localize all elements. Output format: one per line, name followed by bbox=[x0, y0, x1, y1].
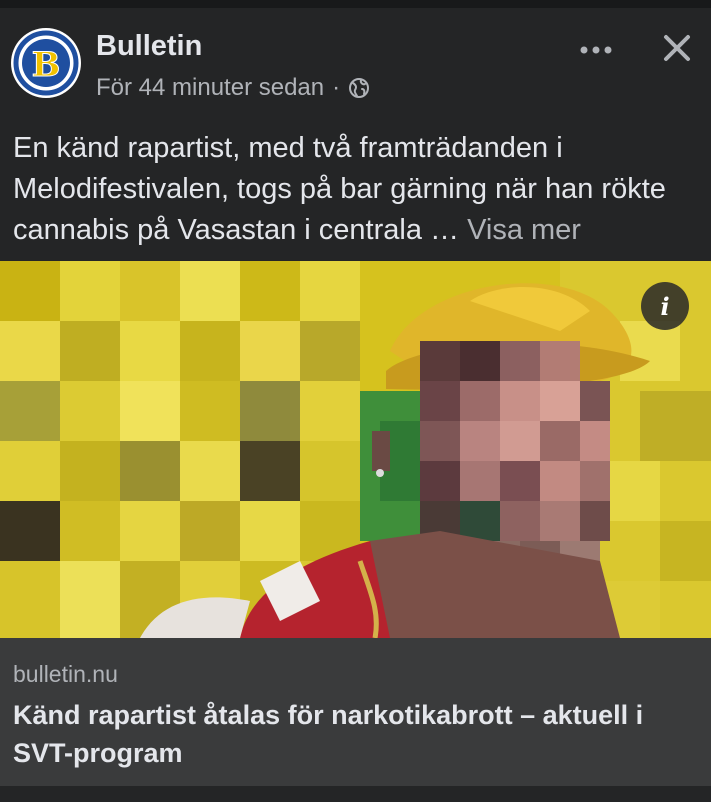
meta-separator: · bbox=[332, 74, 341, 101]
top-divider bbox=[0, 0, 711, 8]
globe-icon bbox=[349, 78, 370, 98]
pixelated-photo bbox=[0, 261, 711, 638]
more-options-button[interactable] bbox=[574, 28, 618, 72]
post-header: B Bulletin För 44 minuter sedan · bbox=[0, 8, 711, 118]
page-name[interactable]: Bulletin bbox=[96, 30, 202, 63]
info-icon: i bbox=[660, 291, 670, 321]
post-timestamp[interactable]: För 44 minuter sedan bbox=[96, 74, 324, 102]
post-caption: En känd rapartist, med två framträdanden… bbox=[13, 128, 703, 251]
more-options-icon bbox=[580, 46, 612, 54]
close-icon bbox=[664, 35, 690, 61]
page-avatar[interactable]: B bbox=[11, 28, 81, 98]
bulletin-logo: B bbox=[12, 29, 80, 97]
link-headline: Känd rapartist åtalas för narkotikabrott… bbox=[13, 700, 644, 768]
post-meta: För 44 minuter sedan · bbox=[96, 74, 370, 102]
info-button[interactable]: i bbox=[641, 282, 689, 330]
feed-post: B Bulletin För 44 minuter sedan · En kän… bbox=[0, 8, 711, 802]
close-button[interactable] bbox=[655, 26, 699, 70]
link-domain: bulletin.nu bbox=[13, 661, 118, 687]
link-preview[interactable]: bulletin.nu Känd rapartist åtalas för na… bbox=[0, 638, 711, 786]
svg-text:B: B bbox=[32, 45, 61, 85]
see-more-link[interactable]: Visa mer bbox=[467, 214, 581, 246]
post-image[interactable] bbox=[0, 261, 711, 638]
